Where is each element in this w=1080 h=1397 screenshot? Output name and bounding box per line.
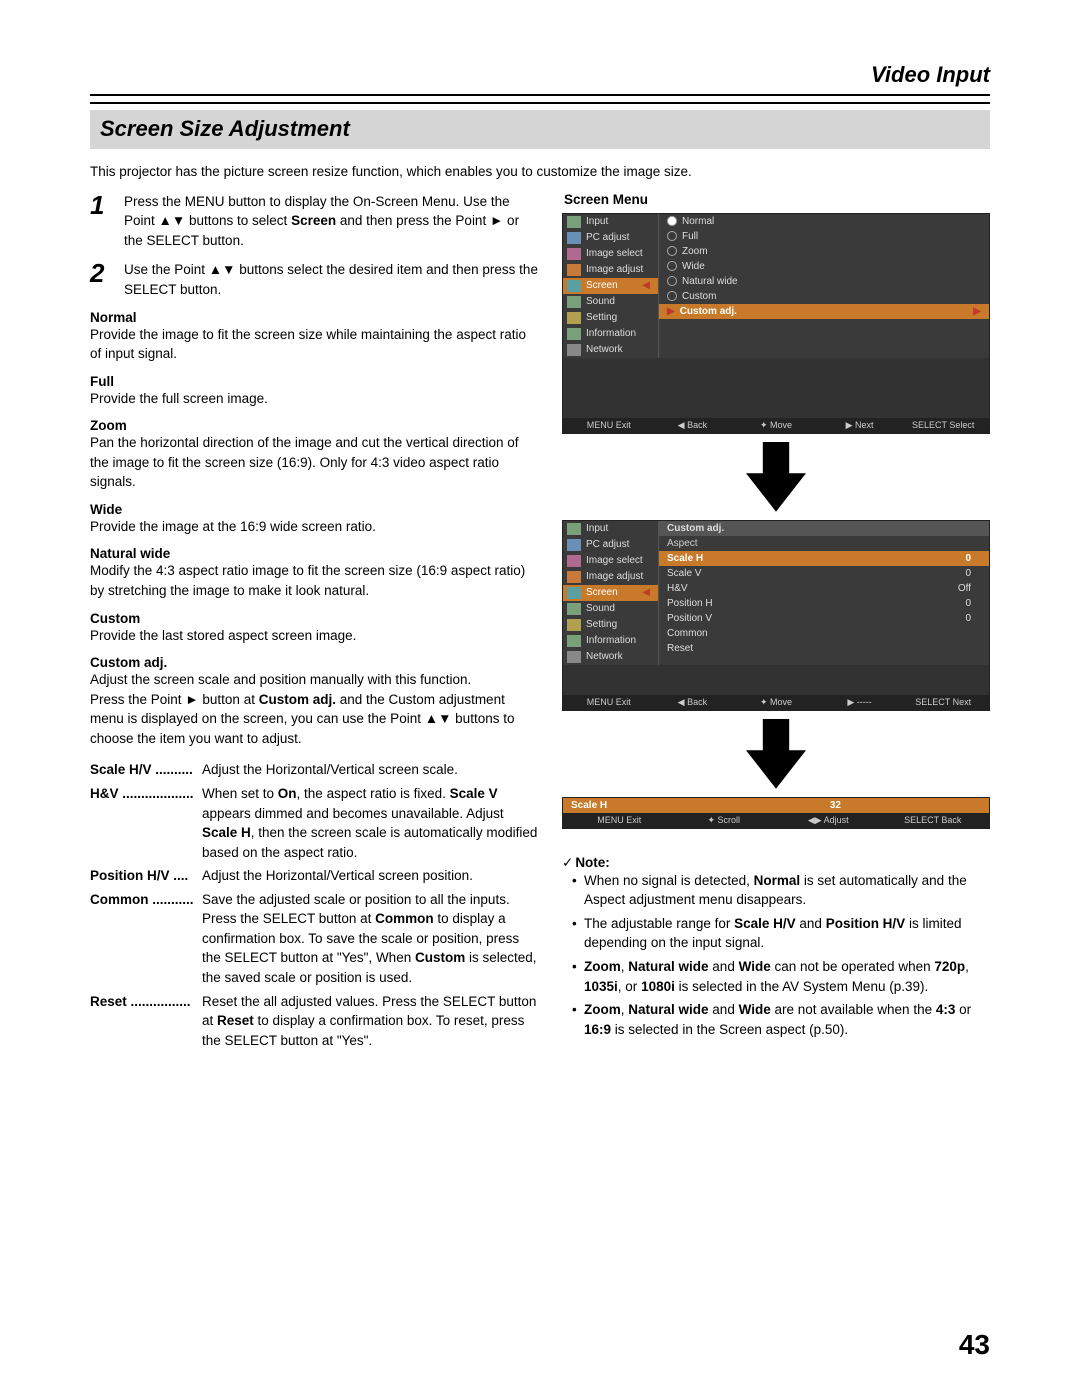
osd-screenshot-1: InputPC adjustImage selectImage adjustSc… xyxy=(562,213,990,434)
definition-row: Position H/V .... Adjust the Horizontal/… xyxy=(90,866,540,886)
note-header: ✓Note: xyxy=(562,855,990,871)
mode-heading: Custom adj. xyxy=(90,655,540,670)
page-number: 43 xyxy=(959,1329,990,1361)
mode-desc: Modify the 4:3 aspect ratio image to fit… xyxy=(90,561,540,600)
step: 2Use the Point ▲▼ buttons select the des… xyxy=(90,260,540,299)
definition-row: Common ........... Save the adjusted sca… xyxy=(90,890,540,988)
page-header: Video Input xyxy=(90,64,990,86)
note-item: •Zoom, Natural wide and Wide can not be … xyxy=(572,957,990,996)
arrow-down-icon xyxy=(746,719,806,789)
note-item: •When no signal is detected, Normal is s… xyxy=(572,871,990,910)
mode-heading: Natural wide xyxy=(90,546,540,561)
arrow-down-icon xyxy=(746,442,806,512)
mode-heading: Normal xyxy=(90,310,540,325)
mode-heading: Full xyxy=(90,374,540,389)
mode-desc: Provide the last stored aspect screen im… xyxy=(90,626,540,646)
screen-menu-header: Screen Menu xyxy=(564,192,990,207)
osd-screenshot-3: Scale H32 MENU Exit✦ Scroll◀▶ AdjustSELE… xyxy=(562,797,990,829)
mode-desc: Provide the image to fit the screen size… xyxy=(90,325,540,364)
step: 1Press the MENU button to display the On… xyxy=(90,192,540,251)
intro-text: This projector has the picture screen re… xyxy=(90,163,990,182)
osd-screenshot-2: InputPC adjustImage selectImage adjustSc… xyxy=(562,520,990,711)
section-title: Screen Size Adjustment xyxy=(90,110,990,149)
mode-desc: Pan the horizontal direction of the imag… xyxy=(90,433,540,492)
mode-heading: Custom xyxy=(90,611,540,626)
note-item: •The adjustable range for Scale H/V and … xyxy=(572,914,990,953)
note-item: •Zoom, Natural wide and Wide are not ava… xyxy=(572,1000,990,1039)
definition-row: H&V ................... When set to On, … xyxy=(90,784,540,862)
mode-desc: Adjust the screen scale and position man… xyxy=(90,670,540,748)
divider xyxy=(90,94,990,104)
mode-heading: Wide xyxy=(90,502,540,517)
definition-row: Scale H/V .......... Adjust the Horizont… xyxy=(90,760,540,780)
mode-heading: Zoom xyxy=(90,418,540,433)
definition-row: Reset ................ Reset the all adj… xyxy=(90,992,540,1051)
mode-desc: Provide the image at the 16:9 wide scree… xyxy=(90,517,540,537)
mode-desc: Provide the full screen image. xyxy=(90,389,540,409)
